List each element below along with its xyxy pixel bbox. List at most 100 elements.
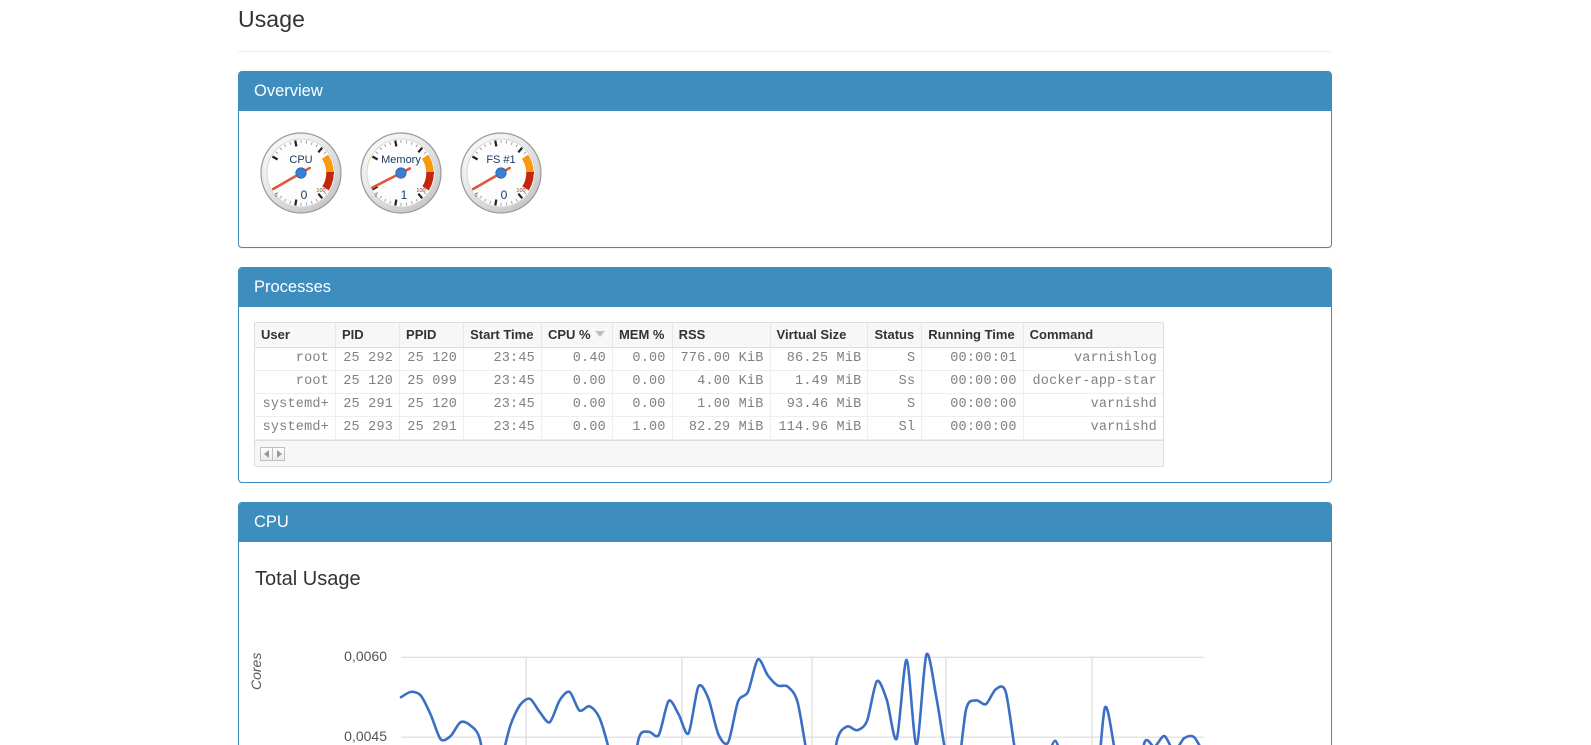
cell-pid: 25 292	[335, 348, 399, 371]
cell-cpu-pct: 0.00	[541, 394, 612, 417]
column-header-mem[interactable]: MEM %	[612, 323, 672, 348]
cell-command: docker-app-star	[1023, 371, 1163, 394]
gauge-row: 0100CPU00100Memory10100FS #10	[254, 126, 1316, 232]
svg-text:FS #1: FS #1	[486, 154, 515, 166]
cell-rss: 82.29 MiB	[672, 417, 770, 440]
processes-header-row: User PID PPID Start Time CPU % MEM % RSS Virtua…	[255, 323, 1163, 348]
svg-text:0: 0	[475, 193, 478, 199]
cell-rss: 1.00 MiB	[672, 394, 770, 417]
svg-text:Memory: Memory	[381, 154, 421, 166]
svg-text:CPU: CPU	[289, 154, 312, 166]
processes-panel: Processes User PID PPID Start Time CPU % MEM …	[238, 267, 1332, 483]
table-row[interactable]: systemd+25 29325 29123:450.001.0082.29 M…	[255, 417, 1163, 440]
chart-y-tick-0: 0,0060	[315, 648, 387, 664]
svg-text:0: 0	[501, 188, 508, 202]
cell-rss: 4.00 KiB	[672, 371, 770, 394]
column-header-ppid[interactable]: PPID	[400, 323, 464, 348]
page-title: Usage	[238, 0, 1332, 34]
cell-status: S	[868, 348, 922, 371]
column-header-command[interactable]: Command	[1023, 323, 1163, 348]
column-header-virtual-size[interactable]: Virtual Size	[770, 323, 868, 348]
column-header-label: Running Time	[928, 327, 1014, 342]
column-header-user[interactable]: User	[255, 323, 335, 348]
gauge-memory: 0100Memory1	[354, 126, 448, 220]
cell-command: varnishd	[1023, 394, 1163, 417]
svg-text:0: 0	[301, 188, 308, 202]
table-row[interactable]: systemd+25 29125 12023:450.000.001.00 Mi…	[255, 394, 1163, 417]
cell-mem-pct: 0.00	[612, 371, 672, 394]
column-header-label: Status	[874, 327, 914, 342]
column-header-label: RSS	[679, 327, 706, 342]
processes-table: User PID PPID Start Time CPU % MEM % RSS Virtua…	[255, 323, 1163, 440]
cell-pid: 25 293	[335, 417, 399, 440]
sort-descending-icon	[595, 331, 605, 337]
cell-user: root	[255, 371, 335, 394]
svg-text:1: 1	[401, 188, 408, 202]
column-header-running-time[interactable]: Running Time	[922, 323, 1023, 348]
cell-start-time: 23:45	[464, 394, 542, 417]
column-header-pid[interactable]: PID	[335, 323, 399, 348]
svg-text:100: 100	[316, 188, 325, 194]
cell-cpu-pct: 0.40	[541, 348, 612, 371]
cell-mem-pct: 0.00	[612, 348, 672, 371]
overview-panel: Overview 0100CPU00100Memory10100FS #10	[238, 71, 1332, 248]
cell-running-time: 00:00:00	[922, 371, 1023, 394]
cell-user: systemd+	[255, 417, 335, 440]
cell-virtual-size: 86.25 MiB	[770, 348, 868, 371]
chevron-left-icon	[264, 450, 269, 458]
cell-cpu-pct: 0.00	[541, 371, 612, 394]
cell-status: Sl	[868, 417, 922, 440]
chart-title: Total Usage	[254, 557, 1316, 592]
cell-pid: 25 120	[335, 371, 399, 394]
cell-virtual-size: 114.96 MiB	[770, 417, 868, 440]
cell-user: root	[255, 348, 335, 371]
cell-cpu-pct: 0.00	[541, 417, 612, 440]
cell-mem-pct: 0.00	[612, 394, 672, 417]
cpu-panel-body: Total Usage Cores 0,0060 0,0045	[239, 542, 1331, 745]
table-row[interactable]: root25 29225 12023:450.400.00776.00 KiB8…	[255, 348, 1163, 371]
svg-text:100: 100	[416, 188, 425, 194]
column-header-start-time[interactable]: Start Time	[464, 323, 542, 348]
cell-start-time: 23:45	[464, 371, 542, 394]
column-header-label: Command	[1030, 327, 1094, 342]
chevron-right-icon	[277, 450, 282, 458]
cell-pid: 25 291	[335, 394, 399, 417]
cell-ppid: 25 291	[400, 417, 464, 440]
table-next-page-button[interactable]	[272, 447, 285, 461]
chart-plot-svg	[254, 612, 1314, 745]
column-header-label: PPID	[406, 327, 436, 342]
column-header-label: CPU %	[548, 327, 591, 342]
cell-command: varnishlog	[1023, 348, 1163, 371]
cell-virtual-size: 1.49 MiB	[770, 371, 868, 394]
overview-panel-heading: Overview	[239, 72, 1331, 111]
cell-virtual-size: 93.46 MiB	[770, 394, 868, 417]
column-header-label: Start Time	[470, 327, 533, 342]
svg-text:100: 100	[516, 188, 525, 194]
column-header-label: Virtual Size	[777, 327, 847, 342]
processes-table-head: User PID PPID Start Time CPU % MEM % RSS Virtua…	[255, 323, 1163, 348]
gauge-cpu: 0 100 CPU 0	[254, 126, 348, 220]
chart-y-tick-1: 0,0045	[315, 728, 387, 744]
column-header-label: User	[261, 327, 290, 342]
content-column: Usage Overview 0 100 CPU 0 0 100 Memory 1 0 100 FS…	[238, 0, 1332, 745]
processes-table-footer	[255, 440, 1163, 466]
cell-status: Ss	[868, 371, 922, 394]
cell-user: systemd+	[255, 394, 335, 417]
column-header-cpu[interactable]: CPU %	[541, 323, 612, 348]
cell-command: varnishd	[1023, 417, 1163, 440]
column-header-label: PID	[342, 327, 364, 342]
table-row[interactable]: root25 12025 09923:450.000.004.00 KiB1.4…	[255, 371, 1163, 394]
page-root: Usage Overview 0 100 CPU 0 0 100 Memory 1 0 100 FS…	[0, 0, 1591, 745]
column-header-status[interactable]: Status	[868, 323, 922, 348]
cell-start-time: 23:45	[464, 417, 542, 440]
column-header-rss[interactable]: RSS	[672, 323, 770, 348]
processes-panel-heading: Processes	[239, 268, 1331, 307]
cell-ppid: 25 120	[400, 348, 464, 371]
processes-panel-body: User PID PPID Start Time CPU % MEM % RSS Virtua…	[239, 307, 1331, 482]
cell-mem-pct: 1.00	[612, 417, 672, 440]
cell-running-time: 00:00:00	[922, 417, 1023, 440]
svg-text:0: 0	[275, 193, 278, 199]
cpu-panel: CPU Total Usage Cores 0,0060 0,0045	[238, 502, 1332, 745]
title-divider	[238, 51, 1331, 52]
cell-status: S	[868, 394, 922, 417]
